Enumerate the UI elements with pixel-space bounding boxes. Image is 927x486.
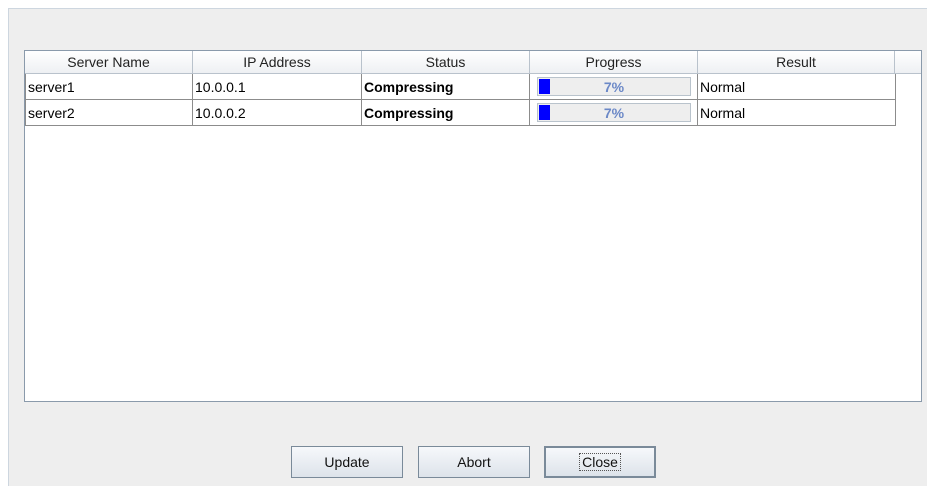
abort-button-label: Abort: [457, 454, 491, 470]
result-cell[interactable]: Normal: [698, 74, 896, 99]
status-cell[interactable]: Compressing: [362, 74, 530, 99]
close-button-label: Close: [579, 453, 621, 471]
server-name-cell[interactable]: server1: [26, 74, 193, 99]
header-corner: [895, 51, 921, 74]
progress-bar: 7%: [537, 103, 691, 122]
update-button-label: Update: [324, 454, 370, 470]
column-header-progress[interactable]: Progress: [530, 51, 698, 74]
progress-cell[interactable]: 7%: [530, 74, 698, 99]
table-body: server1 10.0.0.1 Compressing 7% Normal s…: [25, 74, 896, 126]
result-cell[interactable]: Normal: [698, 100, 896, 125]
progress-bar: 7%: [537, 77, 691, 96]
progress-label: 7%: [603, 78, 625, 95]
column-header-server-name[interactable]: Server Name: [25, 51, 193, 74]
ip-address-cell[interactable]: 10.0.0.2: [193, 100, 362, 125]
progress-label: 7%: [603, 104, 625, 121]
column-header-result[interactable]: Result: [698, 51, 895, 74]
column-header-status[interactable]: Status: [362, 51, 530, 74]
table-header: Server Name IP Address Status Progress R…: [25, 51, 921, 74]
table-row[interactable]: server1 10.0.0.1 Compressing 7% Normal: [25, 74, 896, 100]
server-table: Server Name IP Address Status Progress R…: [24, 50, 922, 402]
update-button[interactable]: Update: [291, 446, 403, 478]
progress-cell[interactable]: 7%: [530, 100, 698, 125]
table-row[interactable]: server2 10.0.0.2 Compressing 7% Normal: [25, 100, 896, 126]
server-name-cell[interactable]: server2: [26, 100, 193, 125]
abort-button[interactable]: Abort: [418, 446, 530, 478]
status-cell[interactable]: Compressing: [362, 100, 530, 125]
close-button[interactable]: Close: [544, 446, 656, 478]
ip-address-cell[interactable]: 10.0.0.1: [193, 74, 362, 99]
column-header-ip-address[interactable]: IP Address: [193, 51, 362, 74]
